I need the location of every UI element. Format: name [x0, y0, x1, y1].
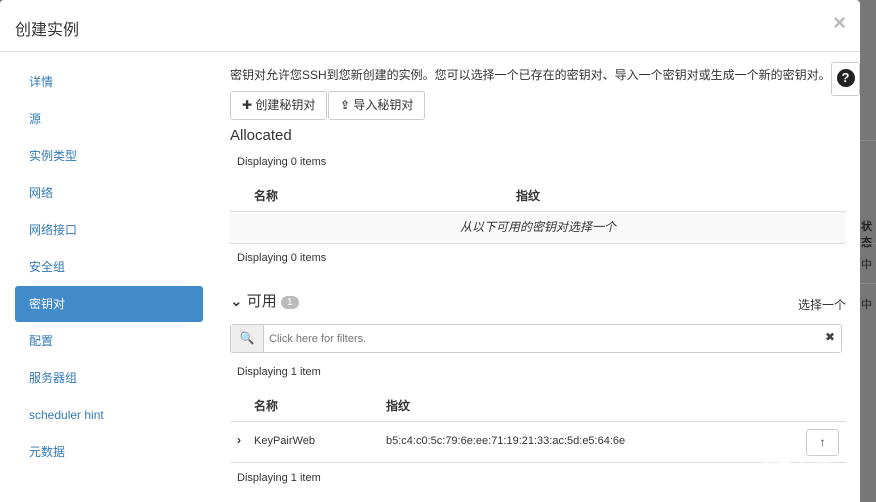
help-button[interactable]: ?: [831, 62, 860, 96]
sidebar-item-details[interactable]: 详情: [15, 64, 203, 100]
close-icon[interactable]: ×: [833, 10, 846, 36]
background-text: 中: [861, 299, 872, 311]
sidebar-item-network-ports[interactable]: 网络接口: [15, 212, 203, 248]
key-pair-fingerprint: b5:c4:c0:5c:79:6e:ee:71:19:21:33:ac:5d:e…: [386, 435, 626, 447]
allocate-arrow-up-button[interactable]: ↑: [806, 429, 839, 456]
search-icon: 🔍: [231, 325, 264, 352]
background-text: 状态: [861, 221, 872, 249]
page-backdrop: [860, 0, 876, 502]
create-instance-modal: 创建实例 × 详情 源 实例类型 网络 网络接口 安全组 密钥对 配置 服务器组…: [0, 0, 860, 502]
available-count-bottom: Displaying 1 item: [237, 472, 321, 484]
description: 密钥对允许您SSH到您新创建的实例。您可以选择一个已存在的密钥对、导入一个密钥对…: [230, 68, 831, 82]
import-key-pair-button[interactable]: ⇪ 导入秘钥对: [328, 91, 426, 120]
divider: [860, 140, 876, 141]
expand-row-icon[interactable]: ›: [237, 433, 241, 447]
allocated-empty-row: 从以下可用的密钥对选择一个: [230, 211, 846, 244]
key-pair-name: KeyPairWeb: [254, 435, 315, 447]
sidebar-item-metadata[interactable]: 元数据: [15, 434, 203, 470]
allocated-table-header: 名称 指纹: [230, 176, 846, 212]
available-toggle[interactable]: ⌄ 可用 1: [230, 290, 299, 311]
empty-message: 从以下可用的密钥对选择一个: [459, 220, 616, 234]
sidebar-item-server-groups[interactable]: 服务器组: [15, 360, 203, 396]
sidebar-item-key-pair[interactable]: 密钥对: [15, 286, 203, 322]
question-icon: ?: [836, 69, 855, 87]
column-name: 名称: [254, 189, 279, 203]
column-fingerprint: 指纹: [386, 399, 411, 413]
available-count: Displaying 1 item: [237, 366, 321, 378]
select-one-hint: 选择一个: [797, 298, 846, 312]
available-heading: 可用: [246, 293, 277, 310]
clear-filter-icon[interactable]: ✖: [825, 330, 835, 344]
divider: [860, 283, 876, 284]
create-key-pair-button[interactable]: ✚ 创建秘钥对: [230, 91, 328, 120]
allocated-count-bottom: Displaying 0 items: [237, 252, 327, 264]
column-fingerprint: 指纹: [516, 189, 541, 203]
allocated-count: Displaying 0 items: [237, 156, 327, 168]
chevron-down-icon: ⌄: [230, 293, 243, 310]
available-count-badge: 1: [280, 295, 299, 309]
sidebar-item-source[interactable]: 源: [15, 101, 203, 137]
sidebar-item-flavor[interactable]: 实例类型: [15, 138, 203, 174]
sidebar-item-security-groups[interactable]: 安全组: [15, 249, 203, 285]
filter-input[interactable]: [265, 325, 805, 352]
wizard-sidebar: 详情 源 实例类型 网络 网络接口 安全组 密钥对 配置 服务器组 schedu…: [15, 64, 203, 471]
button-label: 导入秘钥对: [353, 98, 414, 112]
sidebar-item-scheduler-hints[interactable]: scheduler hint: [15, 397, 203, 433]
allocated-heading: Allocated: [230, 127, 292, 144]
background-text: 中: [861, 259, 872, 271]
sidebar-item-networks[interactable]: 网络: [15, 175, 203, 211]
modal-title: 创建实例: [15, 22, 80, 39]
watermark-logo: ✕ 创新互联: [740, 459, 833, 479]
filter-bar: 🔍 ✖: [230, 324, 842, 353]
available-table-header: 名称 指纹: [230, 386, 846, 422]
plus-icon: ✚: [242, 98, 253, 112]
sidebar-item-configuration[interactable]: 配置: [15, 323, 203, 359]
modal-header: 创建实例 ×: [0, 0, 860, 52]
divider: [860, 243, 876, 244]
upload-icon: ⇪: [340, 98, 351, 112]
column-name: 名称: [254, 399, 279, 413]
button-label: 创建秘钥对: [255, 98, 316, 112]
